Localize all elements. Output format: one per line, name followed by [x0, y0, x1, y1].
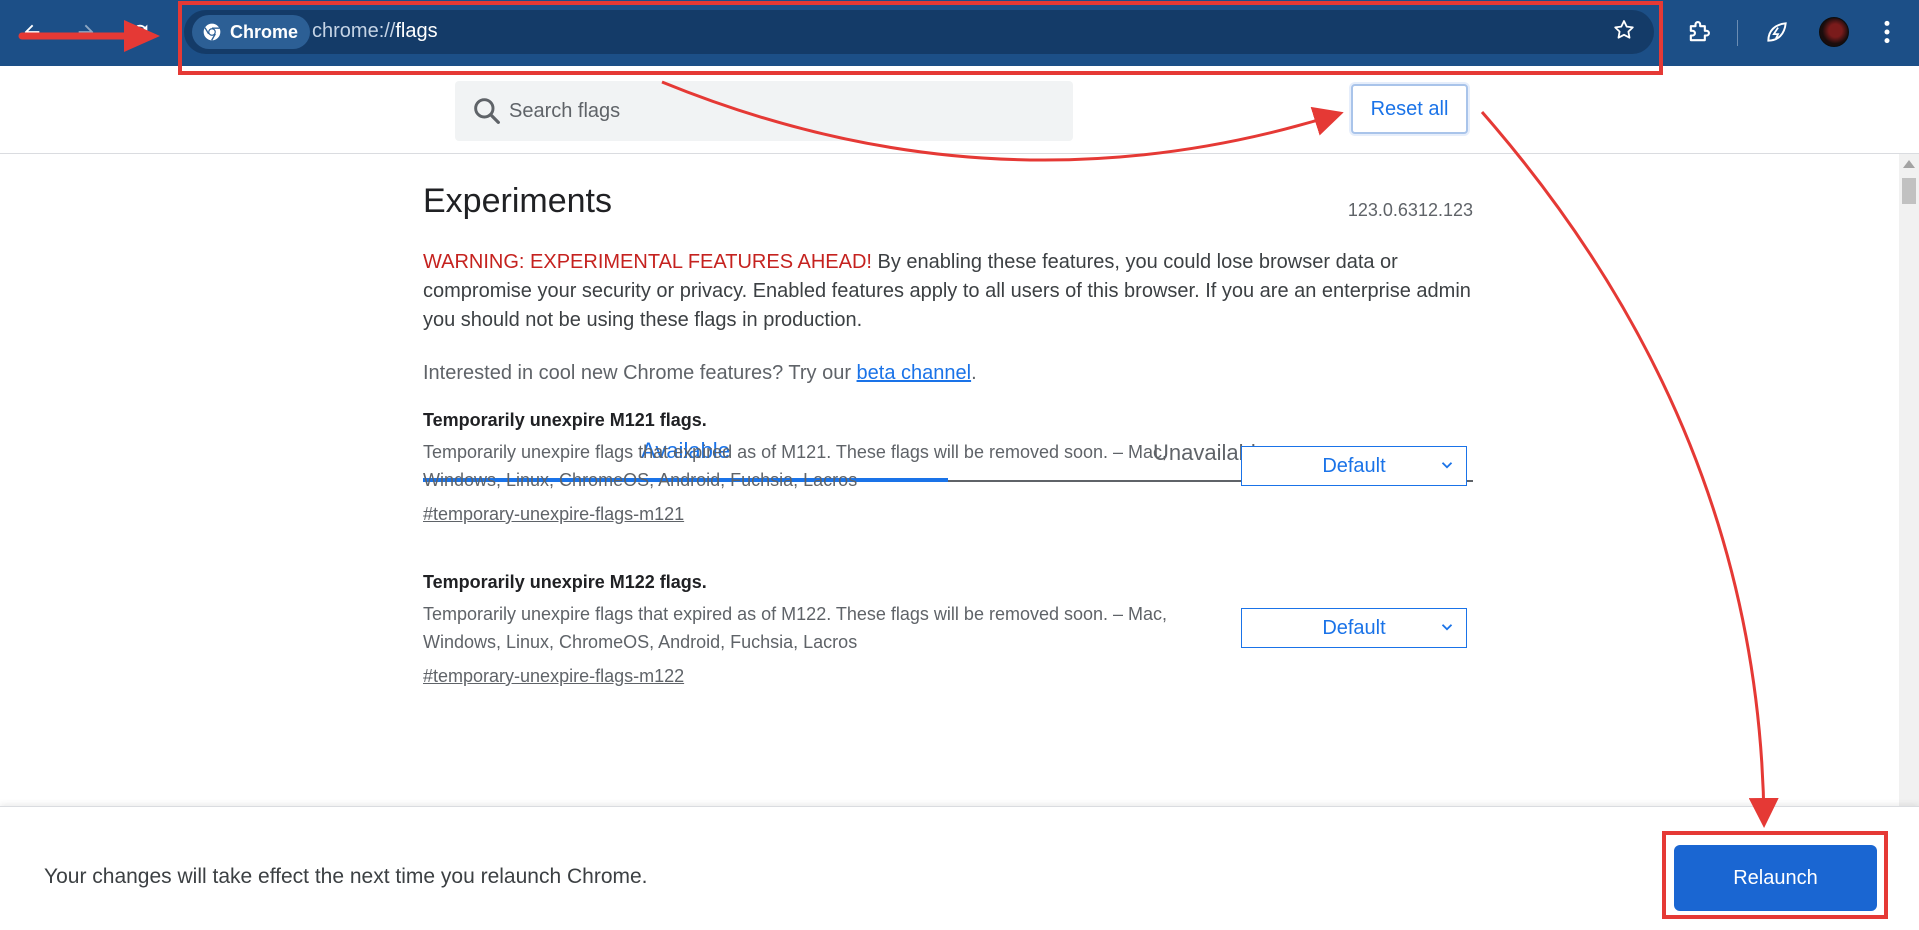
page-title: Experiments: [423, 182, 612, 220]
flag-anchor-link[interactable]: #temporary-unexpire-flags-m122: [423, 666, 684, 687]
reload-button[interactable]: [122, 14, 158, 50]
flag-state-value: Default: [1322, 454, 1386, 477]
chip-label: Chrome: [230, 21, 299, 42]
annotation-arrow-to-relaunch: [1480, 111, 1779, 828]
flag-anchor-link[interactable]: #temporary-unexpire-flags-m121: [423, 504, 684, 525]
flag-state-select[interactable]: Default: [1241, 446, 1467, 486]
bookmark-star-icon[interactable]: [1612, 18, 1636, 49]
reload-icon: [132, 24, 148, 40]
relaunch-button[interactable]: Relaunch: [1674, 845, 1877, 911]
toolbar-divider: [1737, 20, 1738, 46]
relaunch-message: Your changes will take effect the next t…: [44, 865, 648, 888]
flags-header: Reset all: [0, 66, 1919, 154]
page-scrollbar[interactable]: [1899, 154, 1919, 806]
extensions-puzzle-icon[interactable]: [1683, 16, 1715, 48]
reset-all-button[interactable]: Reset all: [1351, 84, 1468, 134]
version-number: 123.0.6312.123: [1347, 200, 1473, 220]
kebab-menu-icon[interactable]: [1871, 16, 1903, 48]
address-bar[interactable]: Chrome chrome://flags: [184, 10, 1654, 54]
chrome-logo-icon: [203, 23, 221, 41]
scroll-thumb[interactable]: [1902, 178, 1916, 204]
forward-arrow-icon: [78, 24, 94, 40]
scroll-up-arrow-icon[interactable]: [1903, 160, 1915, 168]
flag-description: Temporarily unexpire flags that expired …: [423, 604, 1168, 652]
warning-paragraph: WARNING: EXPERIMENTAL FEATURES AHEAD! By…: [423, 248, 1473, 335]
forward-button[interactable]: [68, 14, 104, 50]
flag-item-m121: Temporarily unexpire M121 flags. Tempora…: [423, 410, 1473, 540]
warning-heading: WARNING: EXPERIMENTAL FEATURES AHEAD!: [423, 251, 872, 273]
flag-item-m122: Temporarily unexpire M122 flags. Tempora…: [423, 572, 1473, 702]
beta-note-suffix: .: [971, 362, 977, 384]
beta-channel-note: Interested in cool new Chrome features? …: [423, 362, 977, 385]
back-button[interactable]: [14, 14, 50, 50]
back-arrow-icon: [24, 24, 40, 40]
flag-state-select[interactable]: Default: [1241, 608, 1467, 648]
flag-title: Temporarily unexpire M121 flags.: [423, 410, 707, 430]
beta-note-prefix: Interested in cool new Chrome features? …: [423, 362, 857, 384]
url-text[interactable]: chrome://flags: [312, 20, 438, 43]
search-input[interactable]: [509, 81, 1049, 141]
search-box[interactable]: [455, 81, 1073, 141]
profile-avatar[interactable]: [1819, 17, 1849, 47]
search-icon: [474, 98, 500, 124]
chrome-chip[interactable]: Chrome: [192, 15, 311, 49]
url-scheme: chrome://: [312, 20, 396, 42]
chevron-down-icon: [1441, 462, 1453, 469]
beta-channel-link[interactable]: beta channel: [857, 362, 972, 384]
browser-toolbar: Chrome chrome://flags: [0, 0, 1919, 66]
relaunch-bar: Your changes will take effect the next t…: [0, 806, 1919, 930]
flag-state-value: Default: [1322, 616, 1386, 639]
performance-leaf-icon[interactable]: [1761, 16, 1793, 48]
flag-title: Temporarily unexpire M122 flags.: [423, 572, 707, 592]
flag-description: Temporarily unexpire flags that expired …: [423, 442, 1168, 490]
url-path: flags: [395, 20, 438, 42]
chevron-down-icon: [1441, 624, 1453, 631]
